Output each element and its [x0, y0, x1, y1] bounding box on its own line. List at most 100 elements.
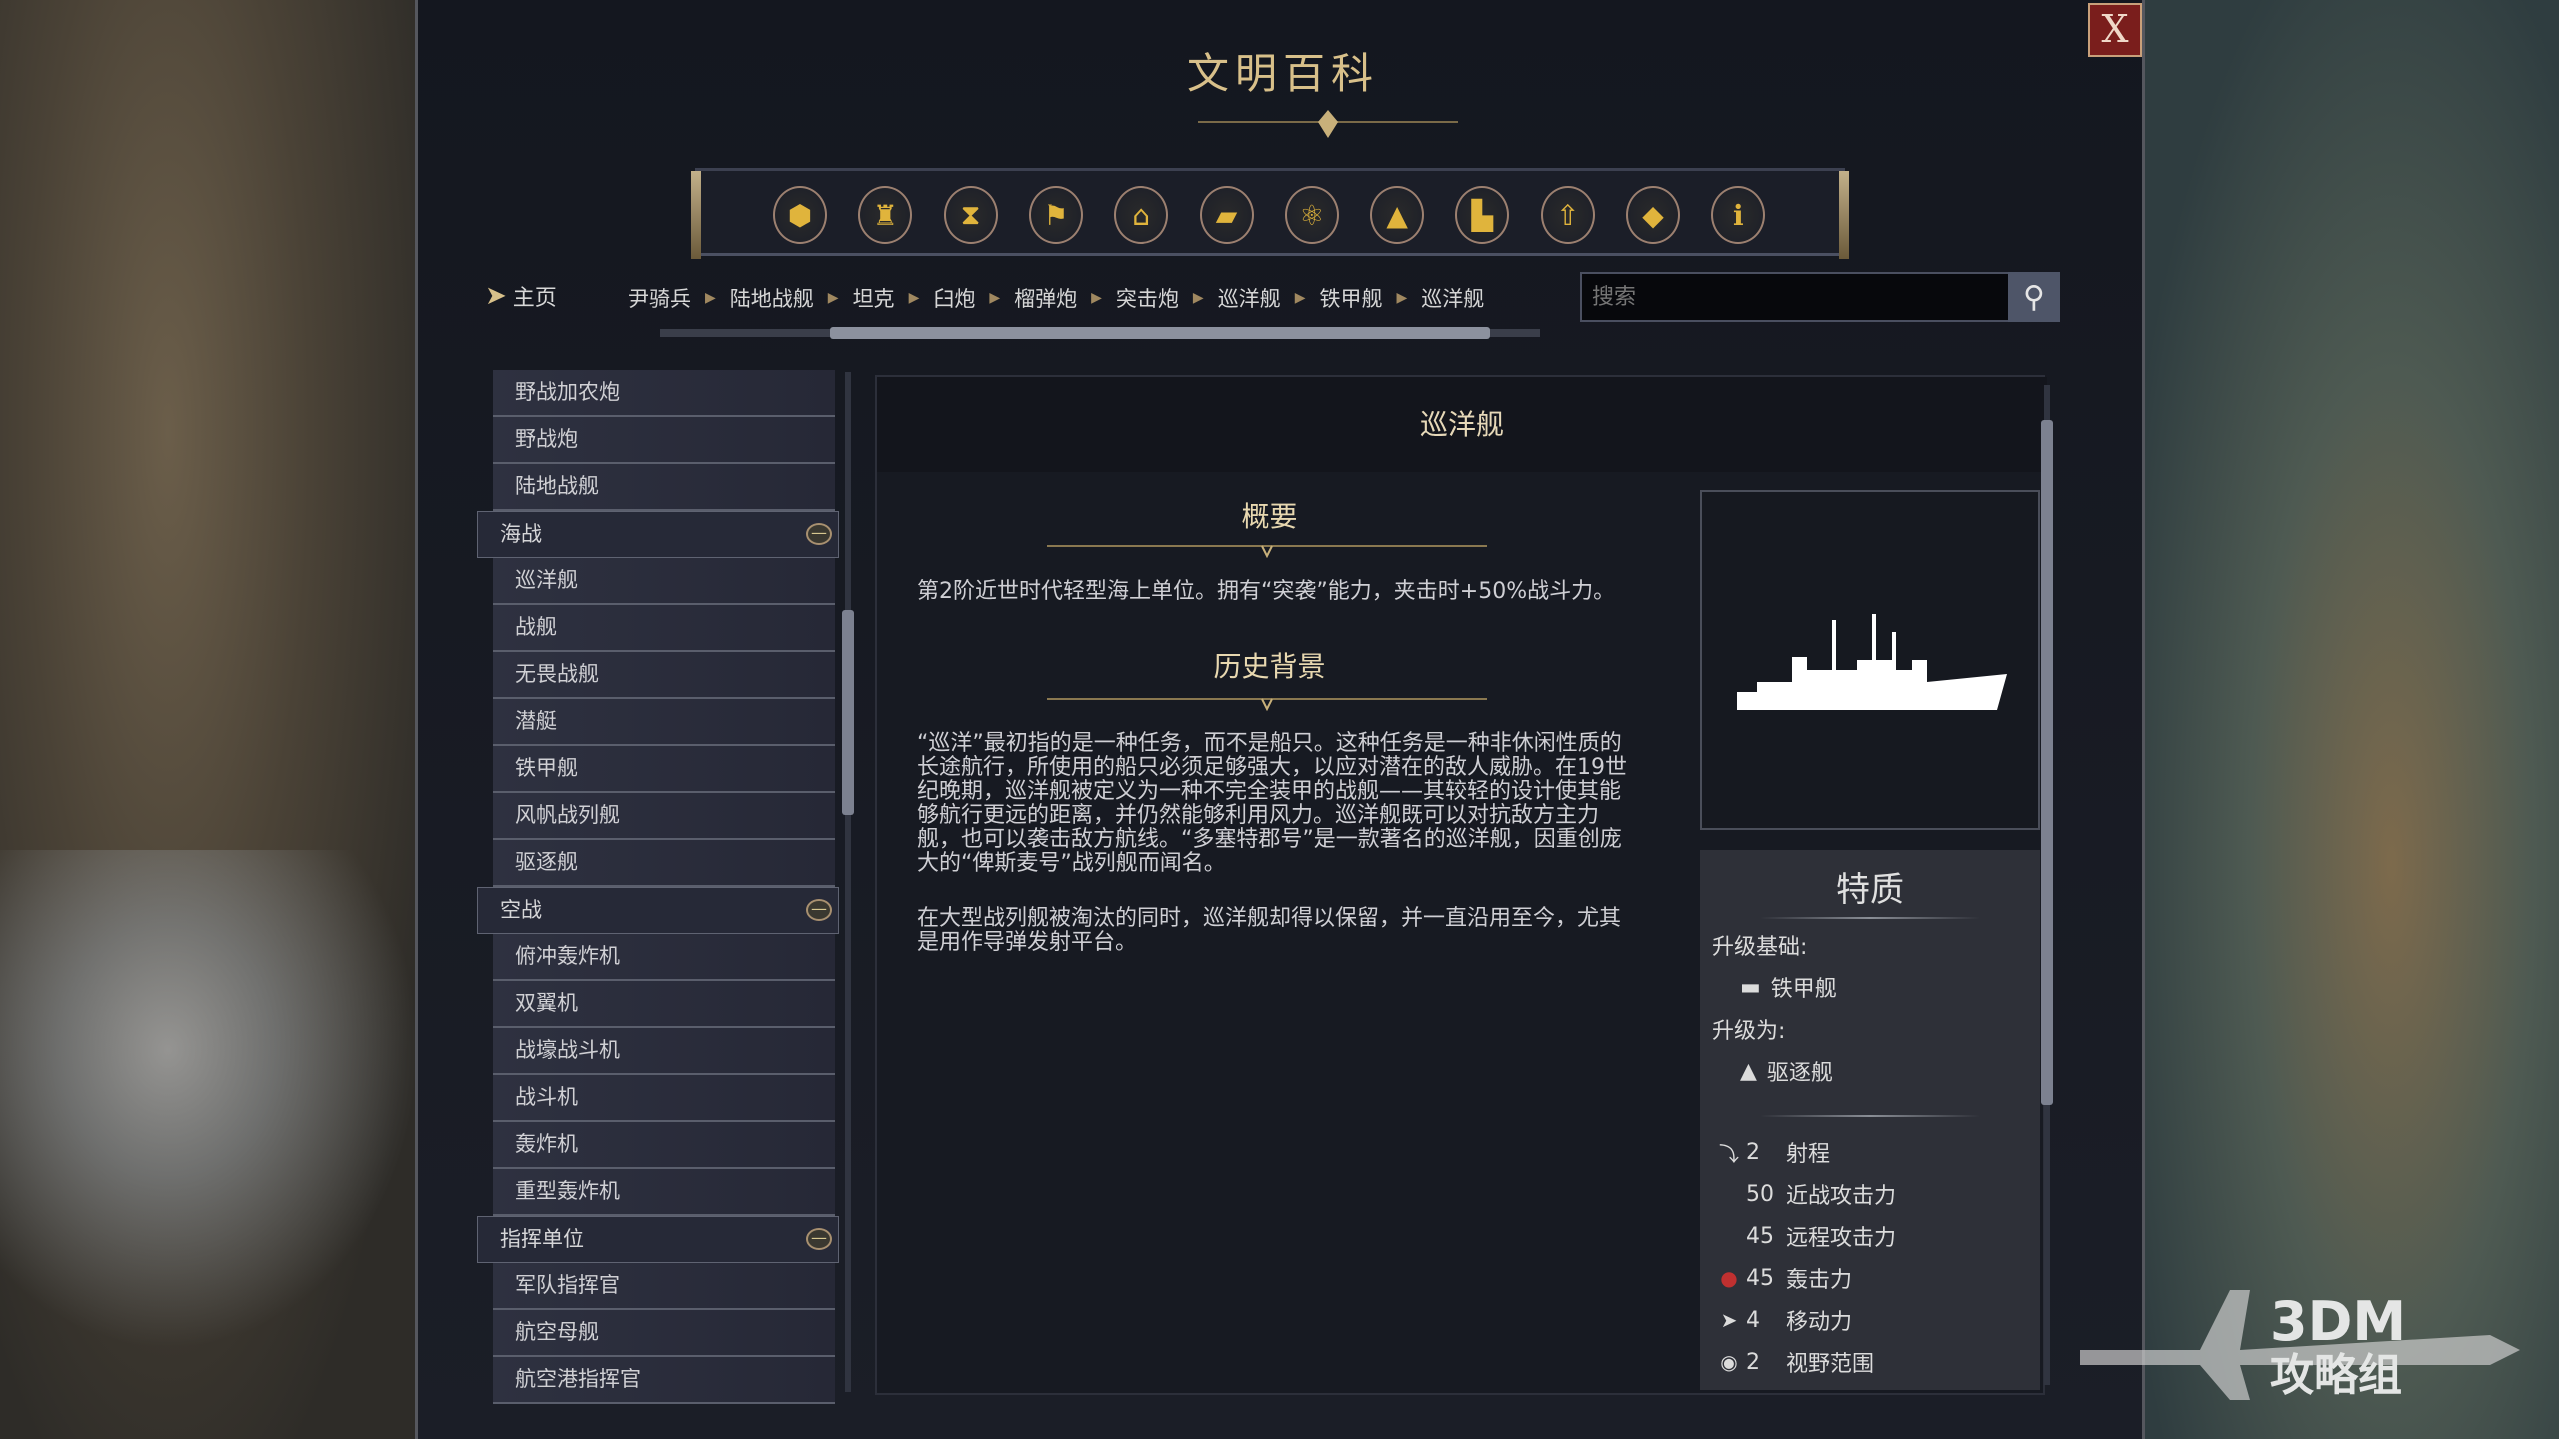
sidebar-item-label: 战舰	[515, 615, 557, 639]
divider	[1760, 917, 1980, 919]
sidebar-item[interactable]: 无畏战舰	[493, 652, 835, 699]
collapse-icon[interactable]: —	[806, 1228, 832, 1250]
sidebar-item-label: 野战加农炮	[515, 380, 620, 404]
book-icon[interactable]: ▰	[1200, 186, 1254, 244]
breadcrumb-item[interactable]: 坦克	[853, 283, 895, 313]
unit-image	[1700, 490, 2040, 830]
breadcrumb-item[interactable]: 尹骑兵	[628, 283, 691, 313]
map-background-left	[0, 0, 420, 1439]
stat-label: 轰击力	[1786, 1262, 1852, 1294]
sidebar-item-label: 重型轰炸机	[515, 1179, 620, 1203]
sidebar-item[interactable]: 野战炮	[493, 417, 835, 464]
sidebar-item-label: 军队指挥官	[515, 1273, 620, 1297]
sidebar-item[interactable]: 航空港指挥官	[493, 1357, 835, 1404]
sidebar-item-label: 轰炸机	[515, 1132, 578, 1156]
upgrade-from-unit: 铁甲舰	[1771, 971, 1837, 1003]
flag-icon[interactable]: ⚑	[1029, 186, 1083, 244]
summary-text: 第2阶近世时代轻型海上单位。拥有“突袭”能力，夹击时+50%战斗力。	[917, 580, 1637, 604]
sidebar-group-header[interactable]: 空战 —	[477, 887, 839, 934]
article-scroll-thumb[interactable]	[2041, 420, 2053, 1105]
sidebar-group-header[interactable]: 海战—	[477, 511, 839, 558]
stat-value: 4	[1746, 1308, 1786, 1333]
stat-label: 远程攻击力	[1786, 1220, 1896, 1252]
window-title: 文明百科	[418, 40, 2148, 101]
movement-icon: ➤	[1712, 1308, 1746, 1332]
sidebar-item-label: 航空母舰	[515, 1320, 599, 1344]
sidebar-scroll-thumb[interactable]	[842, 610, 854, 815]
breadcrumb-item[interactable]: 臼炮	[933, 283, 975, 313]
collapse-icon[interactable]: —	[806, 899, 832, 921]
search-button[interactable]: ⚲	[2008, 272, 2060, 322]
sidebar-scrollbar[interactable]	[845, 372, 851, 1392]
stat-value: 45	[1746, 1266, 1786, 1291]
breadcrumb-item[interactable]: 陆地战舰	[730, 283, 814, 313]
breadcrumb-item[interactable]: 突击炮	[1116, 283, 1179, 313]
breadcrumb: 尹骑兵▶陆地战舰▶坦克▶臼炮▶榴弹炮▶突击炮▶巡洋舰▶铁甲舰▶巡洋舰	[628, 283, 1484, 313]
home-link[interactable]: ➤主页	[485, 280, 557, 312]
sidebar-item-label: 潜艇	[515, 709, 557, 733]
leaf-icon[interactable]: ◆	[1626, 186, 1680, 244]
stat-value: 50	[1746, 1182, 1786, 1207]
sidebar-item[interactable]: 风帆战列舰	[493, 793, 835, 840]
divider-ornament	[1047, 542, 1487, 558]
stat-label: 移动力	[1786, 1304, 1852, 1336]
breadcrumb-item[interactable]: 榴弹炮	[1014, 283, 1077, 313]
sidebar-item[interactable]: 潜艇	[493, 699, 835, 746]
stat-value: 2	[1746, 1140, 1786, 1165]
sidebar-item-label: 驱逐舰	[515, 850, 578, 874]
upgrade-to-link[interactable]: ▲驱逐舰	[1700, 1055, 2040, 1087]
stat-label: 射程	[1786, 1136, 1830, 1168]
sidebar-item[interactable]: 军队指挥官	[493, 1263, 835, 1310]
sidebar-item[interactable]: 俯冲轰炸机	[493, 934, 835, 981]
breadcrumb-item[interactable]: 巡洋舰	[1421, 283, 1484, 313]
sidebar-item[interactable]: 双翼机	[493, 981, 835, 1028]
traits-panel: 特质 升级基础: ▬铁甲舰 升级为: ▲驱逐舰 ⤵2射程50近战攻击力45远程攻…	[1700, 850, 2040, 1390]
sidebar-item[interactable]: 野战加农炮	[493, 370, 835, 417]
hourglass-icon[interactable]: ⧗	[944, 186, 998, 244]
upgrade-from-link[interactable]: ▬ 铁甲舰	[1700, 971, 2040, 1003]
breadcrumb-item[interactable]: 铁甲舰	[1319, 283, 1382, 313]
sidebar-item[interactable]: 重型轰炸机	[493, 1169, 835, 1216]
sidebar-item-label: 战壕战斗机	[515, 1038, 620, 1062]
breadcrumb-scroll-thumb[interactable]	[830, 327, 1490, 339]
collapse-icon[interactable]: —	[806, 523, 832, 545]
dice-icon[interactable]: ⬢	[773, 186, 827, 244]
stat-label: 视野范围	[1786, 1346, 1874, 1378]
sidebar-item[interactable]: 战壕战斗机	[493, 1028, 835, 1075]
podium-icon[interactable]: ♜	[858, 186, 912, 244]
map-background-right	[2140, 0, 2559, 1439]
building-icon[interactable]: ⌂	[1114, 186, 1168, 244]
city-icon[interactable]: ▙	[1455, 186, 1509, 244]
eye-icon: ◉	[1712, 1350, 1746, 1374]
svg-text:3DM: 3DM	[2270, 1290, 2406, 1353]
chevron-right-icon: ▶	[1396, 290, 1407, 306]
sidebar-item[interactable]: 陆地战舰	[493, 464, 835, 511]
sidebar-item[interactable]: 战舰	[493, 605, 835, 652]
svg-text:攻略组: 攻略组	[2270, 1350, 2402, 1401]
history-heading: 历史背景	[877, 645, 1662, 685]
sidebar-item-label: 空战	[500, 898, 542, 922]
mountain-icon[interactable]: ▲	[1370, 186, 1424, 244]
ship-icon: ▬	[1740, 975, 1761, 1000]
sidebar-item-label: 无畏战舰	[515, 662, 599, 686]
close-button[interactable]: X	[2088, 3, 2142, 57]
arrow-up-icon[interactable]: ⇧	[1541, 186, 1595, 244]
sidebar-item[interactable]: 航空母舰	[493, 1310, 835, 1357]
sidebar-item[interactable]: 战斗机	[493, 1075, 835, 1122]
bombard-icon: ●	[1712, 1266, 1746, 1290]
sidebar-item[interactable]: 巡洋舰	[493, 558, 835, 605]
history-paragraph-2: 在大型战列舰被淘汰的同时，巡洋舰却得以保留，并一直沿用至今，尤其是用作导弹发射平…	[917, 907, 1637, 955]
sidebar-item[interactable]: 驱逐舰	[493, 840, 835, 887]
breadcrumb-item[interactable]: 巡洋舰	[1218, 283, 1281, 313]
sidebar-group-header[interactable]: 指挥单位—	[477, 1216, 839, 1263]
ship-icon: ▲	[1740, 1059, 1757, 1084]
search-input[interactable]	[1580, 272, 2012, 322]
sidebar-item-label: 巡洋舰	[515, 568, 578, 592]
divider-ornament	[1047, 695, 1487, 711]
sidebar-item[interactable]: 轰炸机	[493, 1122, 835, 1169]
sidebar-item[interactable]: 铁甲舰	[493, 746, 835, 793]
stat-label: 近战攻击力	[1786, 1178, 1896, 1210]
chevron-right-icon: ▶	[828, 290, 839, 306]
info-icon[interactable]: ℹ	[1711, 186, 1765, 244]
atom-icon[interactable]: ⚛	[1285, 186, 1339, 244]
